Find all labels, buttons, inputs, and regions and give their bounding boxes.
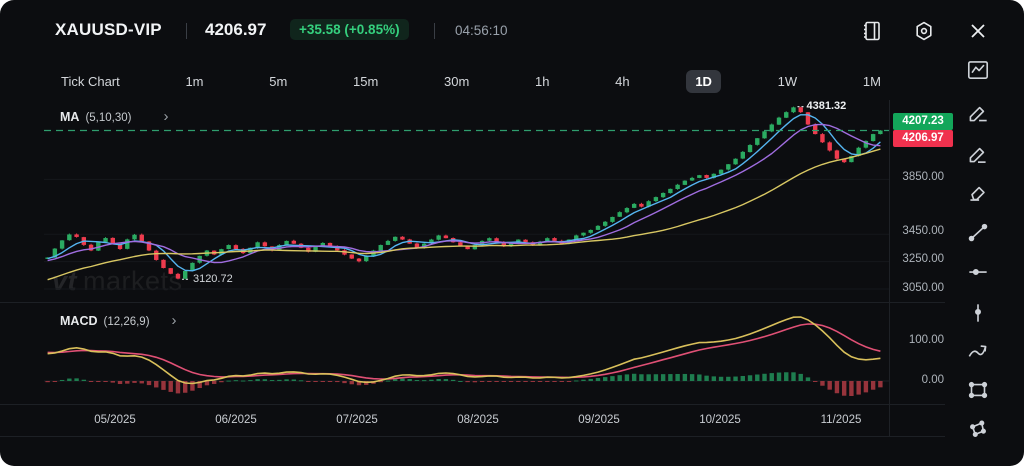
horizontal-line-icon[interactable] — [965, 259, 991, 285]
server-time: 04:56:10 — [455, 23, 508, 38]
chevron-right-icon[interactable]: › — [172, 316, 177, 326]
x-axis-tick: 09/2025 — [564, 414, 634, 426]
rectangle-tool-icon[interactable] — [965, 377, 991, 403]
x-axis-tick: 05/2025 — [80, 414, 150, 426]
timeframe-5m[interactable]: 5m — [260, 70, 296, 93]
low-price-annotation: 3120.72 — [193, 273, 233, 285]
header-bar: XAUUSD-VIP 4206.97 +35.58 (+0.85%) 04:56… — [0, 0, 1024, 58]
price-axis-tick: 3250.00 — [882, 253, 944, 265]
timeframe-1d-selected[interactable]: 1D — [686, 70, 721, 93]
watermark-logo: vt — [52, 266, 77, 296]
ma-indicator-row[interactable]: MA (5,10,30) › — [60, 110, 168, 124]
eraser-icon[interactable] — [965, 180, 991, 206]
x-axis-tick: 11/2025 — [806, 414, 876, 426]
last-price: 4206.97 — [205, 20, 266, 40]
indicator-chart-icon[interactable] — [965, 57, 991, 83]
macd-indicator-row[interactable]: MACD (12,26,9) › — [60, 314, 177, 328]
trend-segment-icon[interactable] — [965, 219, 991, 245]
price-axis-tick: 3850.00 — [882, 171, 944, 183]
last-price-tag: 4206.97 — [893, 130, 953, 147]
annotate-pencil-icon[interactable] — [965, 141, 991, 167]
x-axis-tick: 10/2025 — [685, 414, 755, 426]
timeframe-4h[interactable]: 4h — [606, 70, 638, 93]
broker-watermark: vtmarkets — [52, 266, 183, 297]
timeframe-1h[interactable]: 1h — [526, 70, 558, 93]
journal-icon[interactable] — [860, 19, 884, 43]
timeframe-tick-chart[interactable]: Tick Chart — [52, 70, 129, 93]
ma-params: (5,10,30) — [85, 112, 131, 124]
timeframe-15m[interactable]: 15m — [344, 70, 387, 93]
price-axis-tick: 3450.00 — [882, 225, 944, 237]
price-change-badge: +35.58 (+0.85%) — [290, 19, 409, 40]
x-axis-tick: 07/2025 — [322, 414, 392, 426]
x-axis-tick: 08/2025 — [443, 414, 513, 426]
timeframe-1m[interactable]: 1m — [176, 70, 212, 93]
symbol-title: XAUUSD-VIP — [55, 20, 162, 40]
close-icon[interactable] — [966, 19, 990, 43]
timeframe-1m-month[interactable]: 1M — [854, 70, 890, 93]
ma-label: MA — [60, 110, 79, 124]
macd-label: MACD — [60, 314, 98, 328]
header-divider — [186, 23, 187, 39]
macd-axis-tick: 0.00 — [882, 374, 944, 386]
polygon-tool-icon[interactable] — [965, 416, 991, 442]
pencil-icon[interactable] — [965, 100, 991, 126]
panel-divider — [0, 404, 945, 405]
timeframe-1w[interactable]: 1W — [769, 70, 807, 93]
macd-axis-tick: 100.00 — [882, 334, 944, 346]
timeframe-toolbar: Tick Chart 1m 5m 15m 30m 1h 4h 1D 1W 1M — [52, 66, 890, 96]
trading-chart-window: vtmarkets XAUUSD-VIP 4206.97 +35.58 (+0.… — [0, 0, 1024, 466]
vertical-line-icon[interactable] — [965, 300, 991, 326]
panel-divider — [0, 436, 945, 437]
ask-price-tag: 4207.23 — [893, 113, 953, 130]
settings-icon[interactable] — [912, 19, 936, 43]
header-divider — [434, 23, 435, 39]
high-price-annotation: 4381.32 — [806, 100, 846, 112]
price-axis-tick: 3050.00 — [882, 282, 944, 294]
wave-arrow-icon[interactable] — [965, 339, 991, 365]
panel-divider — [0, 302, 945, 303]
timeframe-30m[interactable]: 30m — [435, 70, 478, 93]
macd-params: (12,26,9) — [104, 316, 150, 328]
watermark-text: markets — [83, 266, 183, 296]
chevron-right-icon[interactable]: › — [163, 112, 168, 122]
x-axis-tick: 06/2025 — [201, 414, 271, 426]
axis-separator — [889, 100, 890, 437]
